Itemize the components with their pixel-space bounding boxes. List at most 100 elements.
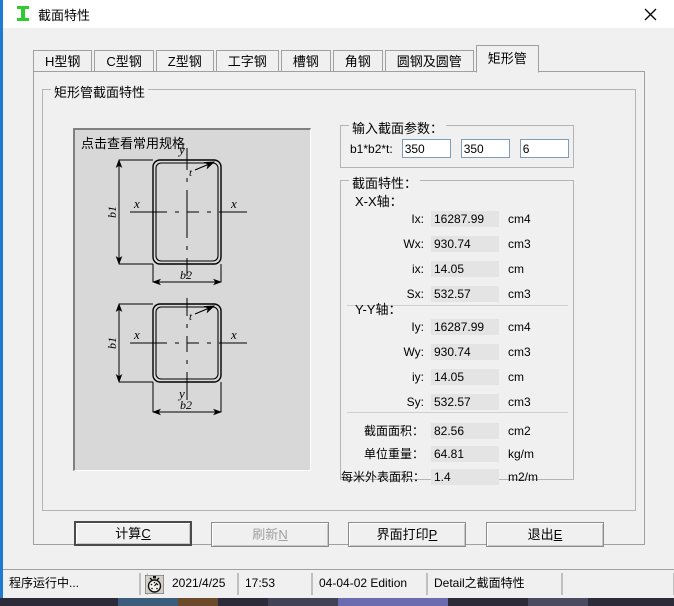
svg-text:b1: b1 bbox=[105, 206, 119, 218]
exit-button[interactable]: 退出E bbox=[486, 522, 604, 547]
property-value: 14.05 bbox=[431, 368, 499, 385]
svg-text:x: x bbox=[133, 196, 140, 211]
exit-button-accel: E bbox=[553, 527, 563, 542]
property-label: iy: bbox=[412, 369, 424, 384]
svg-text:b2: b2 bbox=[180, 398, 192, 412]
taskbar-chip bbox=[448, 598, 528, 606]
taskbar-chip bbox=[0, 598, 118, 606]
print-screen-button-label: 界面打印 bbox=[376, 527, 429, 542]
svg-text:b2: b2 bbox=[180, 268, 192, 282]
application-window: 截面特性 H型钢 C型钢 Z型钢 工字钢 槽钢 角钢 圆钢及圆管 矩形管 矩形管… bbox=[0, 0, 674, 606]
property-unit: cm4 bbox=[508, 211, 531, 226]
taskbar-chip bbox=[588, 598, 674, 606]
desktop-taskbar bbox=[0, 598, 674, 606]
tab-page-rectangular-tube: 矩形管截面特性 点击查看常用规格 y x x t b1 b2 y x x t b… bbox=[33, 71, 645, 547]
computed-properties-group: 截面特性： X-X轴： Ix: 16287.99 cm4 Wx: 930.74 … bbox=[340, 173, 574, 485]
refresh-button[interactable]: 刷新N bbox=[211, 522, 329, 547]
calculate-button-label: 计算 bbox=[115, 526, 142, 541]
property-row-ix: Ix: 16287.99 cm4 bbox=[341, 210, 573, 227]
property-label: Wx: bbox=[403, 236, 424, 251]
property-row-wx: Wx: 930.74 cm3 bbox=[341, 235, 573, 252]
input-parameters-group-label: 输入截面参数： bbox=[349, 118, 447, 137]
property-value: 16287.99 bbox=[431, 318, 499, 335]
svg-text:x: x bbox=[230, 327, 237, 342]
taskbar-chip bbox=[118, 598, 178, 606]
property-row-wy: Wy: 930.74 cm3 bbox=[341, 343, 573, 360]
property-row-ix-radius: ix: 14.05 cm bbox=[341, 260, 573, 277]
property-value: 532.57 bbox=[431, 285, 499, 302]
refresh-button-accel: N bbox=[278, 527, 288, 542]
t-input[interactable] bbox=[519, 139, 569, 158]
property-row-sy: Sy: 532.57 cm3 bbox=[341, 393, 573, 410]
print-screen-button[interactable]: 界面打印P bbox=[348, 522, 466, 547]
svg-text:x: x bbox=[133, 327, 140, 342]
tab-rectangular-tube[interactable]: 矩形管 bbox=[475, 45, 539, 73]
tab-label: 矩形管 bbox=[487, 51, 527, 66]
svg-text:t: t bbox=[189, 167, 193, 179]
status-time: 17:53 bbox=[238, 573, 312, 595]
property-unit: m2/m bbox=[508, 469, 538, 484]
b2-input[interactable] bbox=[460, 139, 510, 158]
status-message: 程序运行中... bbox=[3, 573, 140, 595]
section-properties-group: 矩形管截面特性 点击查看常用规格 y x x t b1 b2 y x x t b… bbox=[42, 82, 636, 511]
tab-z-section[interactable]: Z型钢 bbox=[155, 50, 214, 72]
tab-label: C型钢 bbox=[106, 54, 142, 69]
property-unit: cm bbox=[508, 369, 524, 384]
property-label: Sy: bbox=[406, 394, 424, 409]
property-label: ix: bbox=[412, 261, 424, 276]
property-label: 每米外表面积： bbox=[341, 470, 426, 484]
property-value: 16287.99 bbox=[431, 210, 499, 227]
tab-label: 角钢 bbox=[344, 54, 371, 69]
property-label: 单位重量： bbox=[363, 447, 424, 461]
property-unit: cm3 bbox=[508, 394, 531, 409]
tab-label: 槽钢 bbox=[292, 54, 319, 69]
property-label: Ix: bbox=[411, 211, 424, 226]
svg-text:b1: b1 bbox=[105, 337, 119, 349]
tab-label: H型钢 bbox=[45, 54, 81, 69]
stopwatch-icon bbox=[145, 575, 164, 594]
svg-text:t: t bbox=[189, 311, 193, 323]
status-module: Detail之截面特性 bbox=[427, 573, 562, 595]
diagram-hint-label: 点击查看常用规格 bbox=[81, 136, 186, 151]
property-value: 930.74 bbox=[431, 343, 499, 360]
tab-c-section[interactable]: C型钢 bbox=[94, 50, 154, 72]
property-unit: cm bbox=[508, 261, 524, 276]
status-bar: 程序运行中... 2021/4/25 17:53 04-04-02 Editio… bbox=[3, 569, 674, 598]
summary-divider bbox=[347, 412, 568, 413]
title-bar: 截面特性 bbox=[3, 0, 674, 29]
exit-button-label: 退出 bbox=[527, 527, 554, 542]
y-axis-section-label: Y-Y轴： bbox=[355, 302, 402, 317]
property-row-iy: Iy: 16287.99 cm4 bbox=[341, 318, 573, 335]
x-axis-section-label: X-X轴： bbox=[355, 194, 403, 209]
refresh-button-label: 刷新 bbox=[252, 527, 279, 542]
tab-strip: H型钢 C型钢 Z型钢 工字钢 槽钢 角钢 圆钢及圆管 矩形管 bbox=[33, 44, 541, 73]
property-value: 82.56 bbox=[431, 422, 499, 439]
property-unit: cm4 bbox=[508, 319, 531, 334]
calculate-button[interactable]: 计算C bbox=[74, 521, 192, 546]
property-row-area: 截面面积： 82.56 cm2 bbox=[341, 422, 573, 439]
tab-i-beam[interactable]: 工字钢 bbox=[215, 50, 279, 72]
tab-round-bar-pipe[interactable]: 圆钢及圆管 bbox=[384, 50, 474, 72]
tab-channel[interactable]: 槽钢 bbox=[280, 50, 331, 72]
property-value: 532.57 bbox=[431, 393, 499, 410]
tab-h-section[interactable]: H型钢 bbox=[33, 50, 93, 72]
property-row-iy-radius: iy: 14.05 cm bbox=[341, 368, 573, 385]
b1-input[interactable] bbox=[401, 139, 451, 158]
property-row-surface-area: 每米外表面积： 1.4 m2/m bbox=[341, 468, 573, 485]
tab-label: 工字钢 bbox=[227, 54, 267, 69]
property-value: 14.05 bbox=[431, 260, 499, 277]
status-date: 2021/4/25 bbox=[166, 573, 238, 595]
section-diagram-panel[interactable]: 点击查看常用规格 y x x t b1 b2 y x x t b1 b2 bbox=[73, 128, 311, 471]
taskbar-chip bbox=[218, 598, 268, 606]
close-button[interactable] bbox=[628, 0, 674, 27]
tab-label: 圆钢及圆管 bbox=[396, 54, 462, 69]
property-unit: cm3 bbox=[508, 286, 531, 301]
tab-angle[interactable]: 角钢 bbox=[332, 50, 383, 72]
section-properties-group-label: 矩形管截面特性 bbox=[51, 82, 149, 101]
computed-properties-group-label: 截面特性： bbox=[349, 173, 421, 192]
property-label: Wy: bbox=[403, 344, 424, 359]
property-unit: cm3 bbox=[508, 344, 531, 359]
i-beam-icon bbox=[16, 6, 30, 21]
print-screen-button-accel: P bbox=[428, 527, 438, 542]
property-label: Iy: bbox=[411, 319, 424, 334]
